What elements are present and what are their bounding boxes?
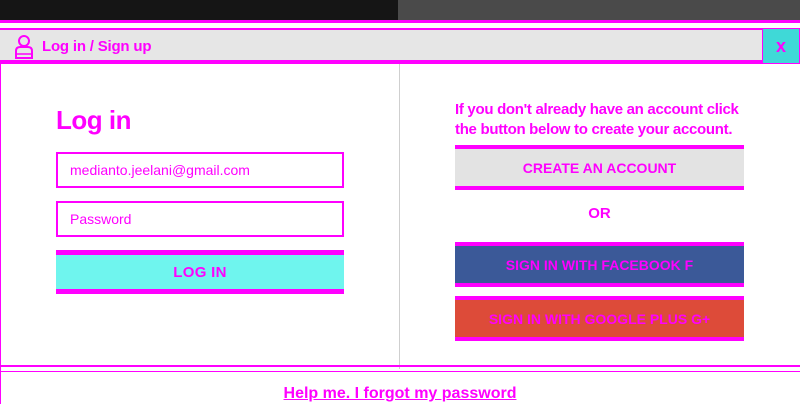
create-account-button[interactable]: CREATE AN ACCOUNT: [455, 145, 744, 190]
column-divider: [399, 64, 400, 369]
facebook-signin-button[interactable]: SIGN IN WITH FACEBOOK f: [455, 242, 744, 287]
modal-titlebar: Log in / Sign up x: [0, 28, 800, 64]
user-lock-icon: [13, 34, 35, 60]
login-button[interactable]: LOG IN: [56, 250, 344, 294]
forgot-password-link[interactable]: Help me. I forgot my password: [0, 385, 800, 403]
close-icon: x: [775, 35, 786, 56]
modal-title: Log in / Sign up: [42, 38, 152, 55]
modal-footer: Help me. I forgot my password: [0, 365, 800, 407]
backdrop-strip: [0, 0, 800, 20]
password-field[interactable]: [56, 201, 344, 237]
close-button[interactable]: x: [762, 28, 800, 64]
backdrop-right: [398, 0, 800, 20]
login-signup-modal: Log in / Sign up x Log in LOG IN If you …: [0, 20, 800, 404]
or-separator: OR: [588, 205, 611, 222]
left-edge-line: [0, 64, 1, 404]
email-field[interactable]: [56, 152, 344, 188]
google-signin-button[interactable]: SIGN IN WITH GOOGLE PLUS G+: [455, 296, 744, 341]
footer-divider: [0, 371, 800, 372]
login-heading: Log in: [56, 105, 131, 135]
backdrop-left: [0, 0, 398, 20]
signup-prompt: If you don't already have an account cli…: [455, 101, 739, 138]
